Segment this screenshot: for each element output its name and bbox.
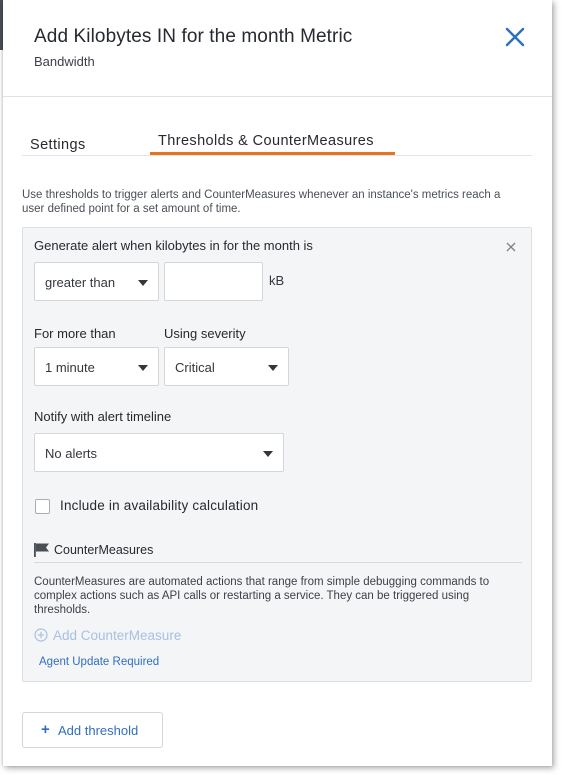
severity-value: Critical: [175, 360, 215, 375]
tab-bar: Settings Thresholds & CounterMeasures: [22, 132, 532, 156]
agent-update-link[interactable]: Agent Update Required: [39, 656, 159, 668]
add-countermeasure-label: Add CounterMeasure: [53, 628, 182, 643]
dialog-title: Add Kilobytes IN for the month Metric: [34, 26, 353, 47]
remove-threshold-icon[interactable]: [505, 240, 517, 252]
plus-circle-icon: [34, 628, 48, 642]
close-icon[interactable]: [503, 25, 527, 49]
add-threshold-button[interactable]: + Add threshold: [22, 712, 163, 748]
active-tab-indicator: [150, 152, 395, 155]
timeline-value: No alerts: [45, 446, 98, 461]
duration-select[interactable]: 1 minute: [34, 347, 159, 386]
threshold-card: Generate alert when kilobytes in for the…: [22, 227, 532, 682]
tab-settings[interactable]: Settings: [30, 137, 86, 153]
chevron-down-icon: [138, 280, 148, 286]
countermeasures-title: CounterMeasures: [54, 543, 154, 557]
dialog-subtitle: Bandwidth: [34, 54, 95, 69]
add-countermeasure-button[interactable]: Add CounterMeasure: [34, 628, 181, 643]
chevron-down-icon: [263, 451, 273, 457]
comparison-value: greater than: [45, 275, 116, 290]
flag-icon: [34, 543, 50, 557]
severity-label: Using severity: [164, 326, 246, 341]
dialog-header: Add Kilobytes IN for the month Metric Ba…: [3, 0, 552, 97]
countermeasures-header: CounterMeasures: [34, 542, 522, 563]
tab-thresholds-countermeasures[interactable]: Thresholds & CounterMeasures: [158, 133, 374, 149]
threshold-value-input[interactable]: [164, 262, 263, 301]
availability-checkbox[interactable]: [35, 499, 50, 514]
comparison-select[interactable]: greater than: [34, 262, 159, 301]
add-threshold-label: Add threshold: [58, 723, 139, 738]
chevron-down-icon: [138, 365, 148, 371]
alert-timeline-select[interactable]: No alerts: [34, 433, 284, 472]
timeline-label: Notify with alert timeline: [34, 409, 172, 424]
countermeasures-description: CounterMeasures are automated actions th…: [34, 576, 490, 616]
plus-icon: +: [41, 721, 50, 738]
threshold-unit: kB: [269, 273, 285, 288]
threshold-heading: Generate alert when kilobytes in for the…: [34, 238, 313, 253]
duration-value: 1 minute: [45, 360, 95, 375]
availability-label: Include in availability calculation: [60, 498, 259, 513]
duration-label: For more than: [34, 326, 116, 341]
chevron-down-icon: [268, 365, 278, 371]
thresholds-description: Use thresholds to trigger alerts and Cou…: [22, 189, 501, 215]
severity-select[interactable]: Critical: [164, 347, 289, 386]
add-metric-dialog: Add Kilobytes IN for the month Metric Ba…: [3, 0, 552, 766]
